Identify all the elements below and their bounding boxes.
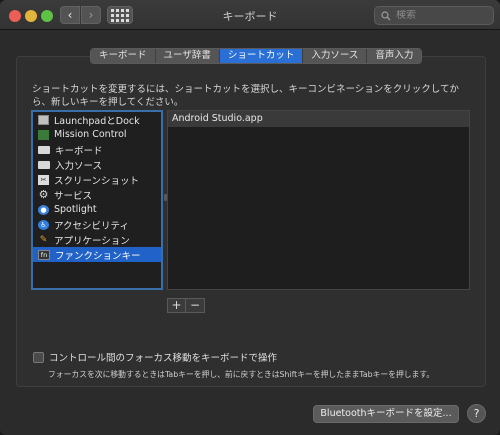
- launchpad-dock-icon: [38, 114, 49, 125]
- tab-dictation[interactable]: 音声入力: [367, 49, 422, 63]
- category-item[interactable]: ✂ スクリーンショット: [33, 172, 161, 187]
- tab-bar: キーボード ユーザ辞書 ショートカット 入力ソース 音声入力: [90, 48, 423, 64]
- remove-button[interactable]: −: [186, 298, 205, 313]
- checkbox[interactable]: [33, 351, 44, 363]
- keyboard-navigation-hint: フォーカスを次に移動するときはTabキーを押し、前に戻すときはShiftキーを押…: [48, 370, 435, 379]
- add-button[interactable]: +: [167, 298, 186, 313]
- accessibility-icon: ♿: [38, 219, 49, 230]
- shortcut-instructions: ショートカットを変更するには、ショートカットを選択し、キーコンビネーションをクリ…: [32, 84, 460, 108]
- tab-user-dictionary[interactable]: ユーザ辞書: [155, 49, 220, 63]
- category-item[interactable]: キーボード: [33, 142, 161, 157]
- category-item[interactable]: ♿ アクセシビリティ: [33, 217, 161, 232]
- fn-key-icon: fn: [38, 249, 50, 260]
- screenshot-icon: ✂: [38, 174, 49, 185]
- preferences-window: ‹ › キーボード キーボード ユーザ辞書 ショートカット 入力ソース 音声入力…: [0, 0, 500, 435]
- search-field[interactable]: [374, 6, 494, 25]
- category-item[interactable]: LaunchpadとDock: [33, 112, 161, 127]
- category-item[interactable]: 入力ソース: [33, 157, 161, 172]
- category-label: アプリケーション: [54, 235, 130, 247]
- category-label: Mission Control: [54, 129, 127, 140]
- category-item[interactable]: ● Spotlight: [33, 202, 161, 217]
- keyboard-icon: [38, 145, 50, 154]
- help-button[interactable]: ?: [467, 404, 486, 423]
- tab-input-sources[interactable]: 入力ソース: [303, 49, 368, 63]
- category-label: サービス: [54, 190, 93, 202]
- shortcut-row[interactable]: Android Studio.app: [168, 111, 469, 127]
- search-input[interactable]: [396, 10, 486, 21]
- applications-icon: ✎: [39, 234, 48, 245]
- gear-icon: ⚙: [38, 188, 49, 201]
- mission-control-icon: [38, 129, 49, 140]
- category-label: 入力ソース: [55, 160, 103, 172]
- title-bar: ‹ › キーボード: [0, 0, 500, 30]
- category-label: Spotlight: [54, 204, 97, 215]
- category-label: キーボード: [55, 145, 103, 157]
- tab-keyboard[interactable]: キーボード: [91, 49, 156, 63]
- add-remove-control: + −: [167, 298, 205, 313]
- category-item[interactable]: ✎ アプリケーション: [33, 232, 161, 247]
- search-icon: [381, 10, 391, 20]
- spotlight-icon: ●: [38, 204, 49, 215]
- checkbox-label: コントロール間のフォーカス移動をキーボードで操作: [49, 353, 278, 364]
- category-item[interactable]: ⚙ サービス: [33, 187, 161, 202]
- tab-shortcuts[interactable]: ショートカット: [219, 49, 304, 63]
- category-label: LaunchpadとDock: [54, 115, 140, 127]
- setup-bluetooth-keyboard-button[interactable]: Bluetoothキーボードを設定...: [313, 405, 459, 423]
- category-list[interactable]: LaunchpadとDock Mission Control キーボード 入力ソ…: [31, 110, 163, 290]
- keyboard-navigation-checkbox[interactable]: コントロール間のフォーカス移動をキーボードで操作: [33, 350, 277, 364]
- category-label: スクリーンショット: [54, 175, 140, 187]
- shortcut-list[interactable]: Android Studio.app: [167, 110, 470, 290]
- category-item-selected[interactable]: fn ファンクションキー: [33, 247, 161, 262]
- category-label: アクセシビリティ: [54, 220, 129, 232]
- category-item[interactable]: Mission Control: [33, 127, 161, 142]
- category-label: ファンクションキー: [55, 250, 141, 262]
- input-source-icon: [38, 160, 50, 169]
